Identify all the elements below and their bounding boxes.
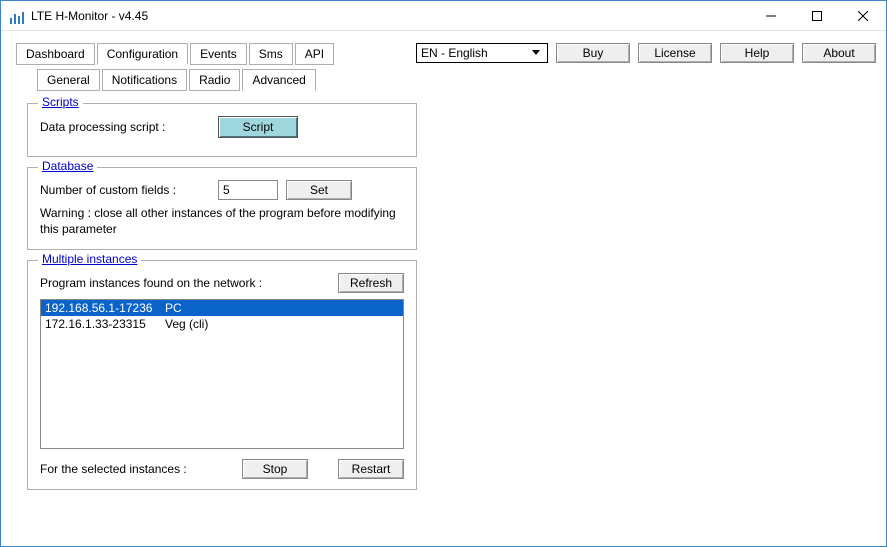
tab-sms[interactable]: Sms (249, 43, 293, 65)
instance-address: 192.168.56.1-17236 (45, 301, 165, 315)
set-button[interactable]: Set (286, 180, 352, 200)
list-item[interactable]: 172.16.1.33-23315Veg (cli) (41, 316, 403, 332)
scripts-group: Scripts Data processing script : Script (27, 103, 417, 157)
instances-found-label: Program instances found on the network : (40, 276, 262, 290)
instance-address: 172.16.1.33-23315 (45, 317, 165, 331)
sub-tabs: General Notifications Radio Advanced (37, 69, 334, 91)
tab-configuration[interactable]: Configuration (97, 43, 188, 65)
minimize-button[interactable] (748, 1, 794, 31)
stop-button[interactable]: Stop (242, 459, 308, 479)
for-selected-label: For the selected instances : (40, 462, 187, 476)
tab-events[interactable]: Events (190, 43, 247, 65)
subtab-advanced[interactable]: Advanced (242, 69, 315, 91)
refresh-button[interactable]: Refresh (338, 273, 404, 293)
instances-list[interactable]: 192.168.56.1-17236PC172.16.1.33-23315Veg… (40, 299, 404, 449)
subtab-notifications[interactable]: Notifications (102, 69, 187, 91)
restart-button[interactable]: Restart (338, 459, 404, 479)
main-toolbar: Dashboard Configuration Events Sms API G… (1, 31, 886, 95)
main-tabs: Dashboard Configuration Events Sms API (16, 43, 334, 65)
script-button[interactable]: Script (218, 116, 298, 138)
subtab-general[interactable]: General (37, 69, 100, 91)
custom-fields-input[interactable] (218, 180, 278, 200)
instance-name: Veg (cli) (165, 317, 208, 331)
maximize-button[interactable] (794, 1, 840, 31)
script-label: Data processing script : (40, 120, 210, 134)
tab-dashboard[interactable]: Dashboard (16, 43, 95, 65)
multi-legend: Multiple instances (38, 252, 141, 266)
content: Scripts Data processing script : Script … (1, 95, 886, 490)
app-icon (9, 8, 25, 24)
window-title: LTE H-Monitor - v4.45 (31, 9, 148, 23)
database-legend: Database (38, 159, 97, 173)
about-button[interactable]: About (802, 43, 876, 63)
language-select[interactable]: EN - English (416, 43, 548, 63)
license-button[interactable]: License (638, 43, 712, 63)
scripts-legend: Scripts (38, 95, 83, 109)
tab-api[interactable]: API (295, 43, 334, 65)
database-warning: Warning : close all other instances of t… (40, 206, 404, 237)
close-button[interactable] (840, 1, 886, 31)
subtab-radio[interactable]: Radio (189, 69, 240, 91)
chevron-down-icon (529, 50, 543, 56)
list-item[interactable]: 192.168.56.1-17236PC (41, 300, 403, 316)
instance-name: PC (165, 301, 182, 315)
help-button[interactable]: Help (720, 43, 794, 63)
multiple-instances-group: Multiple instances Program instances fou… (27, 260, 417, 490)
buy-button[interactable]: Buy (556, 43, 630, 63)
language-value: EN - English (421, 46, 488, 60)
titlebar: LTE H-Monitor - v4.45 (1, 1, 886, 31)
database-group: Database Number of custom fields : Set W… (27, 167, 417, 250)
window-controls (748, 1, 886, 31)
custom-fields-label: Number of custom fields : (40, 183, 210, 197)
